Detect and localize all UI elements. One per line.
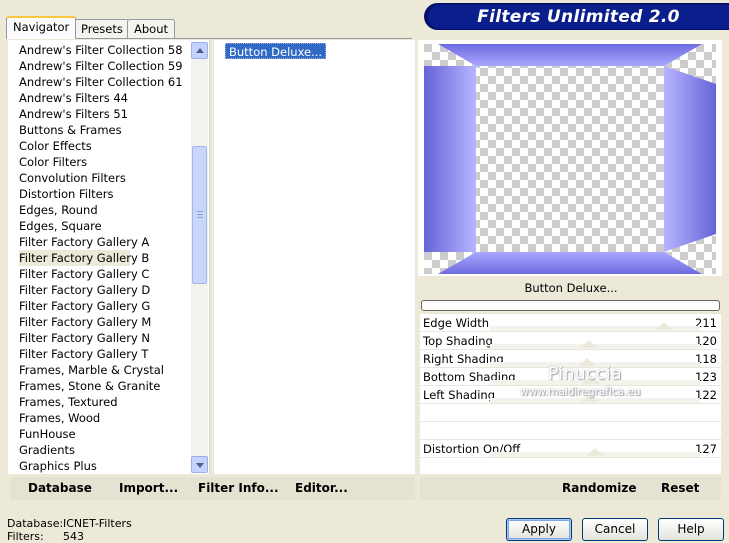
chevron-down-icon [196,463,204,468]
status-filters-value: 543 [63,530,84,543]
reset-button[interactable]: Reset [661,481,699,495]
category-item[interactable]: Filter Factory Gallery C [19,266,189,282]
category-item[interactable]: Frames, Textured [19,394,189,410]
param-row[interactable]: Edge Width 211 [420,314,721,332]
category-item[interactable]: FunHouse [19,426,189,442]
category-item[interactable]: Frames, Stone & Granite [19,378,189,394]
category-item[interactable]: Andrew's Filter Collection 61 [19,74,189,90]
param-slider-knob[interactable] [585,448,604,456]
category-list: Andrew's Filter Collection 58 Andrew's Fi… [19,42,189,474]
tab-navigator[interactable]: Navigator [6,16,77,39]
param-row-empty [420,422,721,440]
frame-top [438,44,702,66]
param-slider-knob[interactable] [579,340,598,348]
filter-list-panel: Button Deluxe... [214,40,415,474]
preview-image [424,44,716,274]
status-area: Database:ICNET-Filters Filters: 543 [7,517,132,543]
param-label: Top Shading [423,334,493,348]
category-list-panel: Andrew's Filter Collection 58 Andrew's Fi… [8,40,210,474]
category-item[interactable]: Color Effects [19,138,189,154]
category-item[interactable]: Gradients [19,442,189,458]
preview-inner-transparent [476,66,664,252]
category-item[interactable]: Buttons & Frames [19,122,189,138]
apply-button[interactable]: Apply [506,518,572,541]
category-item[interactable]: Frames, Wood [19,410,189,426]
tab-presets[interactable]: Presets [74,19,130,38]
cancel-button[interactable]: Cancel [582,518,648,541]
category-item[interactable]: Edges, Square [19,218,189,234]
left-toolbar: Database Import... Filter Info... Editor… [10,477,415,500]
category-item[interactable]: Andrew's Filters 44 [19,90,189,106]
param-row[interactable]: Top Shading 120 [420,332,721,350]
category-item[interactable]: Andrew's Filter Collection 59 [19,58,189,74]
scroll-grip [197,211,203,212]
category-item[interactable]: Filter Factory Gallery N [19,330,189,346]
category-item[interactable]: Filter Factory Gallery A [19,234,189,250]
scroll-grip [197,214,203,215]
status-database-value: ICNET-Filters [63,517,132,530]
category-scrollbar[interactable] [191,42,208,473]
category-item[interactable]: Filter Factory Gallery T [19,346,189,362]
filter-info-button[interactable]: Filter Info... [198,481,279,495]
category-item[interactable]: Frames, Marble & Crystal [19,362,189,378]
import-button[interactable]: Import... [119,481,178,495]
category-item[interactable]: Filter Factory Gallery G [19,298,189,314]
category-item[interactable]: Andrew's Filter Collection 58 [19,42,189,58]
progress-bar [421,300,720,311]
app-title-banner: Filters Unlimited 2.0 [428,5,729,29]
status-filters-label: Filters: [7,530,44,543]
right-toolbar: Randomize Reset [420,477,721,500]
watermark-name: Pinuccia [548,364,622,384]
help-button[interactable]: Help [658,518,724,541]
status-database-label: Database: [7,517,64,530]
param-label: Left Shading [423,388,496,402]
randomize-button[interactable]: Randomize [562,481,636,495]
frame-bottom [438,252,702,274]
filter-item-button-deluxe[interactable]: Button Deluxe... [225,43,327,59]
category-item[interactable]: Filter Factory Gallery M [19,314,189,330]
category-item[interactable]: Andrew's Filters 51 [19,106,189,122]
param-label: Edge Width [423,316,490,330]
frame-left-face [424,66,476,252]
category-item[interactable]: Distortion Filters [19,186,189,202]
tab-about[interactable]: About [127,19,176,38]
database-button[interactable]: Database [28,481,92,495]
scroll-up-button[interactable] [191,42,208,59]
category-item[interactable]: Filter Factory Gallery B [19,250,149,266]
editor-button[interactable]: Editor... [295,481,348,495]
frame-right-face [664,66,716,252]
scroll-thumb[interactable] [192,146,207,284]
param-row-empty [420,404,721,422]
param-slider-knob[interactable] [654,322,673,330]
category-item[interactable]: Graphics Plus [19,458,189,474]
preview-filter-name: Button Deluxe... [524,281,618,295]
scroll-grip [197,217,203,218]
category-item[interactable]: Filter Factory Gallery D [19,282,189,298]
param-row[interactable]: Distortion On/Off 127 [420,440,721,458]
watermark-url: www.maidiregrafica.eu [520,386,641,398]
category-item[interactable]: Color Filters [19,154,189,170]
scroll-down-button[interactable] [191,456,208,473]
chevron-up-icon [196,48,204,53]
category-item[interactable]: Convolution Filters [19,170,189,186]
category-item[interactable]: Edges, Round [19,202,189,218]
